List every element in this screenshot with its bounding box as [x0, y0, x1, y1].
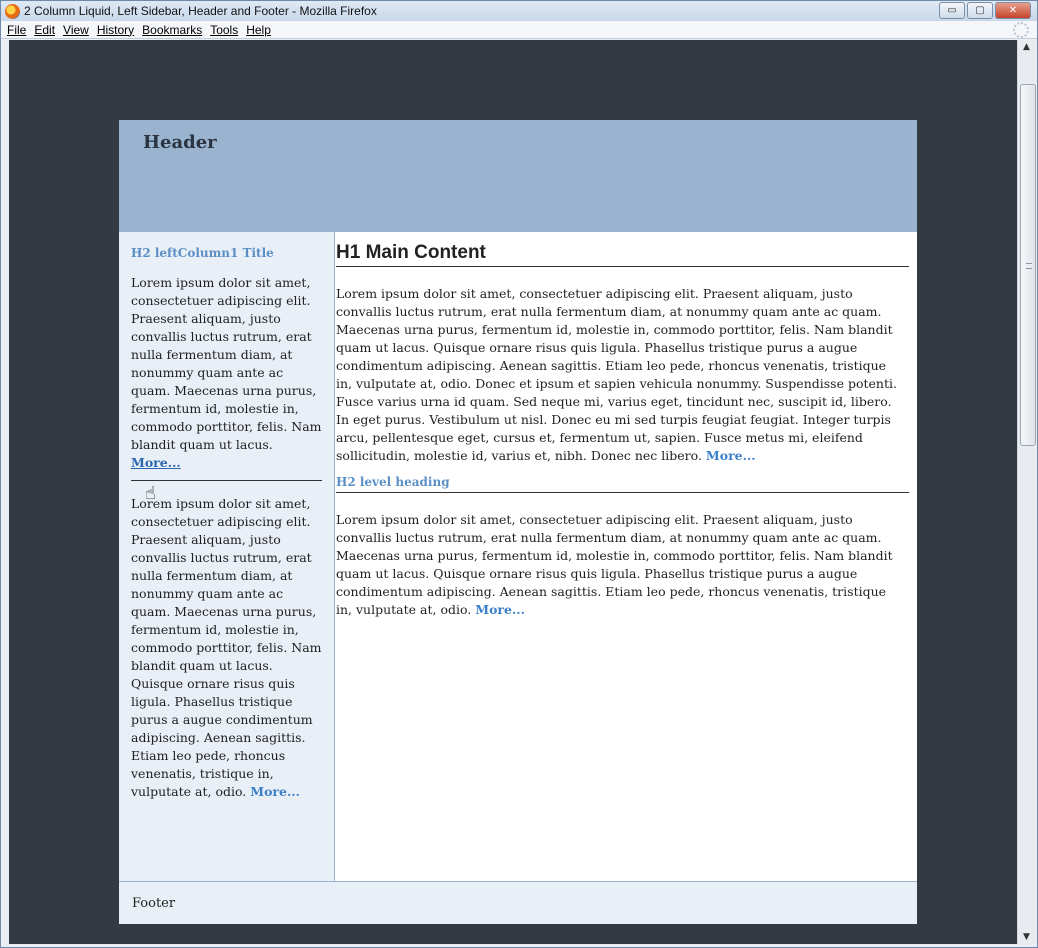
main-subheading: H2 level heading: [336, 475, 909, 493]
sidebar-title: H2 leftColumn1 Title: [131, 246, 274, 260]
menu-bar: File Edit View History Bookmarks Tools H…: [1, 21, 1037, 39]
main-paragraph-2-text: Lorem ipsum dolor sit amet, consectetuer…: [336, 512, 893, 617]
main-paragraph-2: Lorem ipsum dolor sit amet, consectetuer…: [336, 511, 905, 619]
browser-window: 2 Column Liquid, Left Sidebar, Header an…: [0, 0, 1038, 948]
throbber-icon: [1013, 22, 1029, 38]
main-content: H1 Main Content Lorem ipsum dolor sit am…: [336, 232, 917, 881]
sidebar-paragraph-2: Lorem ipsum dolor sit amet, consectetuer…: [131, 495, 322, 801]
sidebar-more-link-2[interactable]: More...: [250, 784, 300, 799]
main-paragraph-1-text: Lorem ipsum dolor sit amet, consectetuer…: [336, 286, 897, 463]
sidebar-paragraph-1: Lorem ipsum dolor sit amet, consectetuer…: [131, 274, 322, 472]
title-bar[interactable]: 2 Column Liquid, Left Sidebar, Header an…: [1, 1, 1037, 21]
footer-text: Footer: [132, 895, 176, 911]
main-more-link-2[interactable]: More...: [475, 602, 525, 617]
sidebar-paragraph-2-text: Lorem ipsum dolor sit amet, consectetuer…: [131, 496, 322, 799]
page-footer: Footer: [119, 881, 917, 924]
minimize-button[interactable]: ▭: [939, 2, 965, 19]
sidebar-paragraph-1-text: Lorem ipsum dolor sit amet, consectetuer…: [131, 275, 322, 452]
scrollbar-grip-icon: [1026, 263, 1032, 269]
menu-file[interactable]: File: [7, 23, 26, 37]
sidebar-more-link-1[interactable]: More...: [131, 455, 181, 470]
menu-view[interactable]: View: [63, 23, 89, 37]
header-title: Header: [143, 132, 217, 153]
sidebar-divider: [131, 480, 322, 481]
menu-tools[interactable]: Tools: [210, 23, 238, 37]
firefox-icon: [5, 3, 20, 19]
window-controls: ▭ ▢ ✕: [939, 2, 1031, 19]
scrollbar-thumb[interactable]: [1020, 84, 1036, 446]
page-container: Header H2 leftColumn1 Title Lorem ipsum …: [119, 120, 917, 924]
menu-bookmarks[interactable]: Bookmarks: [142, 23, 202, 37]
vertical-scrollbar[interactable]: ▲ ▼: [1017, 40, 1037, 944]
page-viewport[interactable]: Header H2 leftColumn1 Title Lorem ipsum …: [9, 40, 1017, 944]
left-sidebar: H2 leftColumn1 Title Lorem ipsum dolor s…: [119, 232, 335, 881]
menu-edit[interactable]: Edit: [34, 23, 55, 37]
main-more-link-1[interactable]: More...: [706, 448, 756, 463]
window-title: 2 Column Liquid, Left Sidebar, Header an…: [24, 4, 377, 18]
scroll-up-icon[interactable]: ▲: [1023, 42, 1030, 52]
main-heading: H1 Main Content: [336, 242, 909, 267]
main-paragraph-1: Lorem ipsum dolor sit amet, consectetuer…: [336, 285, 905, 465]
scroll-down-icon[interactable]: ▼: [1023, 932, 1030, 942]
menu-history[interactable]: History: [97, 23, 134, 37]
maximize-button[interactable]: ▢: [967, 2, 993, 19]
page-header: Header: [119, 120, 917, 232]
menu-help[interactable]: Help: [246, 23, 271, 37]
close-button[interactable]: ✕: [995, 2, 1031, 19]
